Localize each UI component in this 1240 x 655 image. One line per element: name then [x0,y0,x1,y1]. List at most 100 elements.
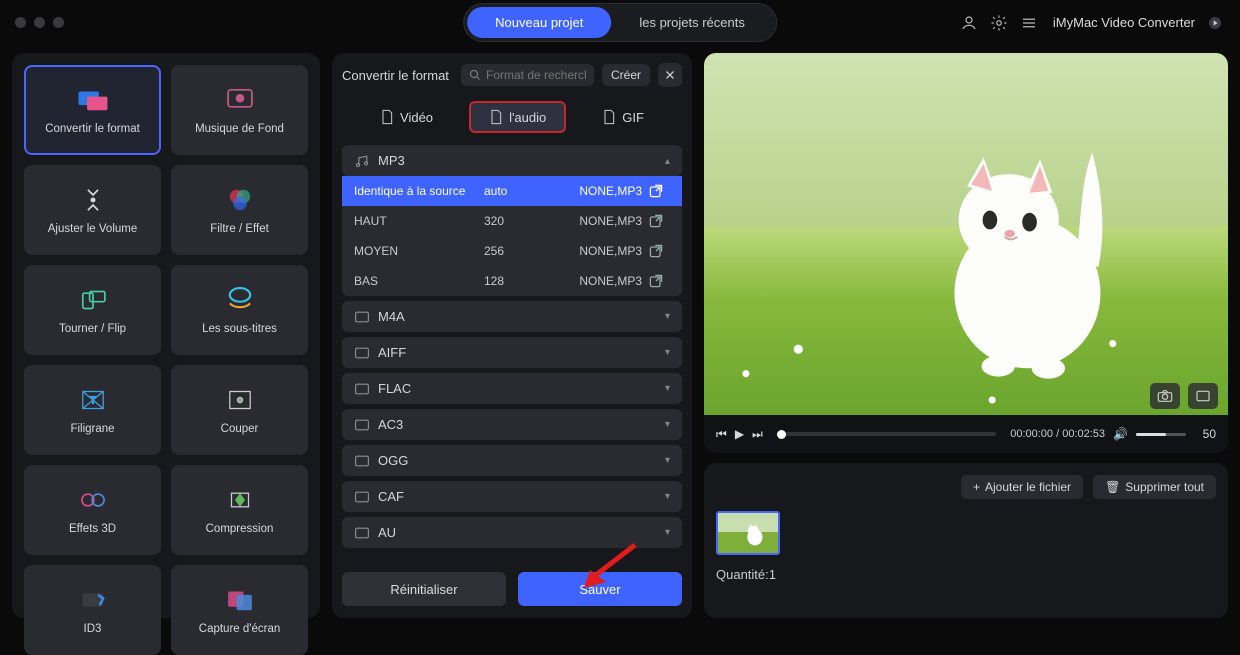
bgmusic-icon [223,85,257,115]
preset-row[interactable]: BAS 128 NONE,MP3 [342,266,682,296]
tool-label: Les sous-titres [202,323,277,335]
screenshot-icon [223,585,257,615]
remove-all-button[interactable]: 🗑Supprimer tout [1093,475,1216,499]
time-display: 00:00:00 / 00:02:53 [1010,428,1105,440]
tab-new-project[interactable]: Nouveau projet [467,7,611,38]
min-dot[interactable] [34,17,45,28]
tools-panel: Convertir le format Musique de Fond Ajus… [12,53,320,618]
close-icon [664,69,676,81]
tool-subtitles[interactable]: Les sous-titres [171,265,308,355]
play-badge-icon[interactable] [1205,13,1225,33]
tool-bgmusic[interactable]: Musique de Fond [171,65,308,155]
tab-recent-projects[interactable]: les projets récents [611,7,773,38]
tool-rotate[interactable]: Tourner / Flip [24,265,161,355]
external-icon[interactable] [648,243,664,259]
format-search[interactable] [461,64,594,86]
tool-filter[interactable]: Filtre / Effet [171,165,308,255]
type-tab-gif[interactable]: GIF [582,101,664,133]
window-controls[interactable] [15,17,64,28]
format-row-ogg[interactable]: OGG▾ [342,445,682,476]
create-button[interactable]: Créer [602,64,650,86]
external-icon[interactable] [648,273,664,289]
close-panel-button[interactable] [658,63,682,87]
time-total: 00:02:53 [1062,428,1105,440]
chevron-down-icon: ▾ [665,455,670,466]
preset-spec: NONE,MP3 [554,214,648,228]
menu-icon[interactable] [1019,13,1039,33]
tool-label: Couper [221,423,259,435]
user-icon[interactable] [959,13,979,33]
gear-icon[interactable] [989,13,1009,33]
volume-slider[interactable] [1136,433,1186,436]
preset-name: BAS [354,274,484,288]
preset-row[interactable]: MOYEN 256 NONE,MP3 [342,236,682,266]
tool-3d[interactable]: Effets 3D [24,465,161,555]
screenshot-button[interactable] [1150,383,1180,409]
volume-icon [76,185,110,215]
prev-button[interactable]: ⏮ [716,427,727,442]
preset-bitrate: 128 [484,274,554,288]
audio-file-icon [354,418,370,432]
queue-item[interactable] [716,511,780,555]
preset-spec: NONE,MP3 [554,184,648,198]
search-icon [469,69,481,81]
save-button[interactable]: Sauver [518,572,682,606]
plus-icon: + [973,480,980,494]
qty-value: 1 [769,567,776,582]
tool-screenshot[interactable]: Capture d'écran [171,565,308,655]
chevron-down-icon: ▾ [665,311,670,322]
tool-crop[interactable]: Couper [171,365,308,455]
preview-video[interactable] [704,53,1228,415]
format-search-input[interactable] [486,68,586,82]
chevron-down-icon: ▾ [665,419,670,430]
format-row-mp3[interactable]: MP3 ▴ [342,145,682,176]
convert-icon [76,85,110,115]
preset-bitrate: 320 [484,214,554,228]
external-icon[interactable] [648,183,664,199]
tool-convert[interactable]: Convertir le format [24,65,161,155]
chevron-up-icon: ▴ [665,156,670,167]
add-file-button[interactable]: +Ajouter le fichier [961,475,1083,499]
reset-button[interactable]: Réinitialiser [342,572,506,606]
doc-icon [489,109,503,125]
tool-watermark[interactable]: T Filigrane [24,365,161,455]
fullscreen-button[interactable] [1188,383,1218,409]
external-icon[interactable] [648,213,664,229]
tool-compress[interactable]: Compression [171,465,308,555]
format-label: AU [378,525,396,540]
filter-icon [223,185,257,215]
type-tab-video[interactable]: Vidéo [360,101,453,133]
type-tab-label: GIF [622,110,644,125]
player-controls: ⏮ ▶ ⏭ 00:00:00 / 00:02:53 🔊 50 [704,415,1228,453]
play-button[interactable]: ▶ [735,427,744,441]
volume-icon[interactable]: 🔊 [1113,427,1128,441]
type-tab-audio[interactable]: l'audio [469,101,566,133]
format-row-ac3[interactable]: AC3▾ [342,409,682,440]
chevron-down-icon: ▾ [665,491,670,502]
close-dot[interactable] [15,17,26,28]
tool-id3[interactable]: ID3 [24,565,161,655]
type-tabs: Vidéo l'audio GIF [342,95,682,137]
format-row-au[interactable]: AU▾ [342,517,682,548]
tool-volume[interactable]: Ajuster le Volume [24,165,161,255]
next-button[interactable]: ⏭ [752,427,763,442]
max-dot[interactable] [53,17,64,28]
preset-bitrate: 256 [484,244,554,258]
app-title: iMyMac Video Converter [1053,15,1195,30]
preset-row[interactable]: HAUT 320 NONE,MP3 [342,206,682,236]
time-current: 00:00:00 [1010,428,1053,440]
progress-bar[interactable] [777,432,996,436]
volume-value: 50 [1194,427,1216,441]
remove-all-label: Supprimer tout [1125,480,1204,494]
tool-label: ID3 [84,623,102,635]
audio-file-icon [354,526,370,540]
format-row-aiff[interactable]: AIFF▾ [342,337,682,368]
format-row-flac[interactable]: FLAC▾ [342,373,682,404]
format-row-caf[interactable]: CAF▾ [342,481,682,512]
preview-panel: ⏮ ▶ ⏭ 00:00:00 / 00:02:53 🔊 50 [704,53,1228,453]
format-label: M4A [378,309,405,324]
format-row-m4a[interactable]: M4A ▾ [342,301,682,332]
qty-label: Quantité: [716,567,769,582]
queue-panel: +Ajouter le fichier 🗑Supprimer tout Quan… [704,463,1228,618]
preset-row[interactable]: Identique à la source auto NONE,MP3 [342,176,682,206]
